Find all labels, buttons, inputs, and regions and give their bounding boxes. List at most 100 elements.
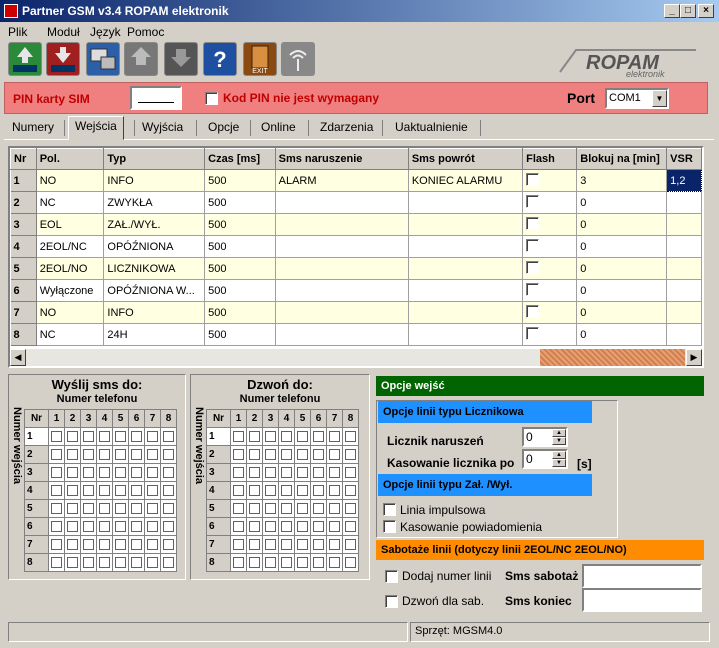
matrix-checkbox[interactable] bbox=[83, 520, 94, 532]
matrix-cell[interactable] bbox=[128, 427, 145, 446]
table-cell[interactable]: 500 bbox=[204, 191, 276, 214]
matrix-checkbox[interactable] bbox=[83, 484, 94, 496]
matrix-checkbox[interactable] bbox=[147, 502, 158, 514]
matrix-checkbox[interactable] bbox=[99, 448, 110, 460]
matrix-checkbox[interactable] bbox=[297, 484, 308, 496]
matrix-cell[interactable] bbox=[326, 463, 343, 482]
table-cell[interactable] bbox=[666, 301, 702, 324]
table-cell[interactable]: 500 bbox=[204, 257, 276, 280]
table-cell[interactable]: OPÓŹNIONA W... bbox=[103, 279, 206, 302]
matrix-cell[interactable] bbox=[128, 463, 145, 482]
matrix-checkbox[interactable] bbox=[67, 556, 78, 568]
matrix-checkbox[interactable] bbox=[99, 466, 110, 478]
matrix-cell[interactable] bbox=[310, 499, 327, 518]
matrix-checkbox[interactable] bbox=[233, 502, 244, 514]
matrix-cell[interactable] bbox=[160, 553, 177, 572]
table-cell[interactable] bbox=[408, 257, 524, 280]
matrix-checkbox[interactable] bbox=[233, 520, 244, 532]
matrix-cell[interactable] bbox=[278, 463, 295, 482]
matrix-checkbox[interactable] bbox=[249, 556, 260, 568]
table-cell[interactable] bbox=[666, 191, 702, 214]
tab-zdarzenia[interactable]: Zdarzenia bbox=[314, 118, 379, 138]
matrix-cell[interactable] bbox=[160, 445, 177, 464]
table-cell[interactable] bbox=[408, 301, 524, 324]
matrix-checkbox[interactable] bbox=[249, 484, 260, 496]
upload-rpm-button[interactable] bbox=[8, 42, 42, 76]
table-cell[interactable]: LICZNIKOWA bbox=[103, 257, 206, 280]
matrix-cell[interactable] bbox=[246, 481, 263, 500]
matrix-cell[interactable] bbox=[144, 535, 161, 554]
table-cell[interactable]: 2EOL/NC bbox=[36, 235, 105, 258]
table-cell[interactable]: 500 bbox=[204, 213, 276, 236]
matrix-checkbox[interactable] bbox=[233, 430, 244, 442]
table-cell[interactable] bbox=[408, 235, 524, 258]
table-cell[interactable] bbox=[666, 279, 702, 302]
matrix-checkbox[interactable] bbox=[265, 502, 276, 514]
flash-checkbox[interactable] bbox=[526, 172, 540, 186]
table-cell[interactable] bbox=[666, 235, 702, 258]
matrix-checkbox[interactable] bbox=[297, 466, 308, 478]
matrix-checkbox[interactable] bbox=[329, 556, 340, 568]
matrix-cell[interactable] bbox=[80, 535, 97, 554]
matrix-checkbox[interactable] bbox=[345, 556, 356, 568]
matrix-cell[interactable] bbox=[112, 481, 129, 500]
read-module-button[interactable] bbox=[124, 42, 158, 76]
matrix-cell[interactable] bbox=[96, 481, 113, 500]
matrix-checkbox[interactable] bbox=[265, 430, 276, 442]
matrix-cell[interactable] bbox=[294, 499, 311, 518]
matrix-cell[interactable] bbox=[294, 427, 311, 446]
matrix-cell[interactable] bbox=[144, 427, 161, 446]
matrix-checkbox[interactable] bbox=[115, 502, 126, 514]
matrix-cell[interactable] bbox=[112, 445, 129, 464]
matrix-cell[interactable] bbox=[160, 463, 177, 482]
table-cell[interactable]: INFO bbox=[103, 301, 206, 324]
table-cell[interactable]: 24H bbox=[103, 323, 206, 346]
table-cell[interactable]: ALARM bbox=[275, 169, 409, 192]
matrix-cell[interactable] bbox=[80, 499, 97, 518]
matrix-checkbox[interactable] bbox=[131, 448, 142, 460]
matrix-checkbox[interactable] bbox=[313, 520, 324, 532]
table-row[interactable]: 3 EOL ZAŁ./WYŁ. 500 0 bbox=[10, 213, 702, 236]
help-button[interactable]: ? bbox=[203, 42, 237, 76]
table-cell[interactable] bbox=[666, 213, 702, 236]
matrix-checkbox[interactable] bbox=[131, 466, 142, 478]
matrix-cell[interactable] bbox=[310, 463, 327, 482]
matrix-cell[interactable] bbox=[64, 517, 81, 536]
matrix-checkbox[interactable] bbox=[83, 430, 94, 442]
matrix-cell[interactable] bbox=[112, 499, 129, 518]
flash-checkbox[interactable] bbox=[526, 282, 540, 296]
matrix-cell[interactable] bbox=[80, 445, 97, 464]
matrix-cell[interactable] bbox=[112, 553, 129, 572]
matrix-cell[interactable] bbox=[48, 517, 65, 536]
matrix-checkbox[interactable] bbox=[147, 484, 158, 496]
matrix-cell[interactable] bbox=[80, 463, 97, 482]
exit-button[interactable]: EXIT bbox=[243, 42, 277, 76]
tab-uaktualnienie[interactable]: Uaktualnienie bbox=[389, 118, 474, 138]
matrix-cell[interactable] bbox=[262, 481, 279, 500]
table-cell[interactable]: 0 bbox=[576, 191, 668, 214]
flash-checkbox[interactable] bbox=[526, 260, 540, 274]
matrix-checkbox[interactable] bbox=[163, 484, 174, 496]
matrix-cell[interactable] bbox=[262, 535, 279, 554]
matrix-cell[interactable] bbox=[342, 463, 359, 482]
matrix-checkbox[interactable] bbox=[67, 484, 78, 496]
pin-input[interactable] bbox=[130, 86, 182, 110]
table-cell[interactable]: 500 bbox=[204, 235, 276, 258]
matrix-cell[interactable] bbox=[230, 481, 247, 500]
matrix-checkbox[interactable] bbox=[163, 538, 174, 550]
matrix-cell[interactable] bbox=[144, 481, 161, 500]
matrix-checkbox[interactable] bbox=[67, 430, 78, 442]
matrix-cell[interactable] bbox=[246, 445, 263, 464]
table-cell[interactable]: 0 bbox=[576, 301, 668, 324]
matrix-checkbox[interactable] bbox=[265, 556, 276, 568]
matrix-cell[interactable] bbox=[48, 499, 65, 518]
matrix-cell[interactable] bbox=[294, 535, 311, 554]
flash-checkbox[interactable] bbox=[526, 194, 540, 208]
matrix-checkbox[interactable] bbox=[265, 466, 276, 478]
matrix-cell[interactable] bbox=[96, 463, 113, 482]
matrix-checkbox[interactable] bbox=[83, 556, 94, 568]
matrix-checkbox[interactable] bbox=[233, 466, 244, 478]
sms-sabotage-input[interactable] bbox=[582, 564, 702, 588]
matrix-cell[interactable] bbox=[128, 553, 145, 572]
matrix-checkbox[interactable] bbox=[51, 430, 62, 442]
